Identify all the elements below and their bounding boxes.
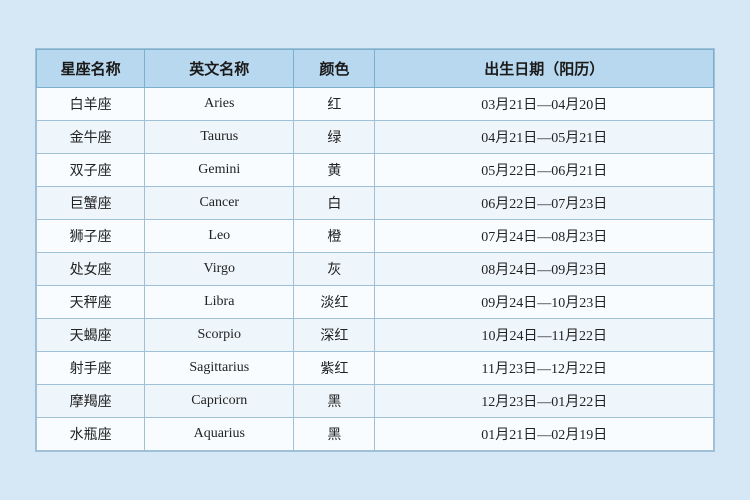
cell-chinese: 天蝎座 <box>37 319 145 352</box>
table-row: 摩羯座Capricorn黑12月23日—01月22日 <box>37 385 714 418</box>
header-date: 出生日期（阳历） <box>375 50 714 88</box>
table-row: 射手座Sagittarius紫红11月23日—12月22日 <box>37 352 714 385</box>
table-row: 处女座Virgo灰08月24日—09月23日 <box>37 253 714 286</box>
zodiac-table-container: 星座名称 英文名称 颜色 出生日期（阳历） 白羊座Aries红03月21日—04… <box>35 48 715 452</box>
cell-date: 08月24日—09月23日 <box>375 253 714 286</box>
cell-chinese: 摩羯座 <box>37 385 145 418</box>
cell-english: Virgo <box>145 253 294 286</box>
cell-english: Sagittarius <box>145 352 294 385</box>
table-row: 天蝎座Scorpio深红10月24日—11月22日 <box>37 319 714 352</box>
cell-color: 深红 <box>294 319 375 352</box>
table-row: 双子座Gemini黄05月22日—06月21日 <box>37 154 714 187</box>
header-color: 颜色 <box>294 50 375 88</box>
cell-color: 黄 <box>294 154 375 187</box>
cell-color: 淡红 <box>294 286 375 319</box>
table-row: 水瓶座Aquarius黑01月21日—02月19日 <box>37 418 714 451</box>
cell-color: 紫红 <box>294 352 375 385</box>
cell-color: 白 <box>294 187 375 220</box>
cell-chinese: 水瓶座 <box>37 418 145 451</box>
cell-chinese: 狮子座 <box>37 220 145 253</box>
table-row: 天秤座Libra淡红09月24日—10月23日 <box>37 286 714 319</box>
cell-english: Aries <box>145 88 294 121</box>
table-row: 狮子座Leo橙07月24日—08月23日 <box>37 220 714 253</box>
cell-chinese: 射手座 <box>37 352 145 385</box>
cell-english: Gemini <box>145 154 294 187</box>
cell-color: 黑 <box>294 385 375 418</box>
cell-english: Leo <box>145 220 294 253</box>
header-english: 英文名称 <box>145 50 294 88</box>
cell-date: 01月21日—02月19日 <box>375 418 714 451</box>
table-header-row: 星座名称 英文名称 颜色 出生日期（阳历） <box>37 50 714 88</box>
cell-color: 红 <box>294 88 375 121</box>
cell-date: 09月24日—10月23日 <box>375 286 714 319</box>
header-chinese: 星座名称 <box>37 50 145 88</box>
cell-date: 11月23日—12月22日 <box>375 352 714 385</box>
cell-english: Libra <box>145 286 294 319</box>
cell-english: Scorpio <box>145 319 294 352</box>
zodiac-table: 星座名称 英文名称 颜色 出生日期（阳历） 白羊座Aries红03月21日—04… <box>36 49 714 451</box>
cell-color: 灰 <box>294 253 375 286</box>
cell-english: Taurus <box>145 121 294 154</box>
cell-date: 10月24日—11月22日 <box>375 319 714 352</box>
cell-color: 橙 <box>294 220 375 253</box>
cell-english: Capricorn <box>145 385 294 418</box>
table-row: 白羊座Aries红03月21日—04月20日 <box>37 88 714 121</box>
cell-date: 06月22日—07月23日 <box>375 187 714 220</box>
cell-date: 04月21日—05月21日 <box>375 121 714 154</box>
cell-chinese: 白羊座 <box>37 88 145 121</box>
cell-color: 黑 <box>294 418 375 451</box>
cell-chinese: 双子座 <box>37 154 145 187</box>
cell-chinese: 金牛座 <box>37 121 145 154</box>
cell-date: 12月23日—01月22日 <box>375 385 714 418</box>
cell-date: 07月24日—08月23日 <box>375 220 714 253</box>
cell-color: 绿 <box>294 121 375 154</box>
cell-chinese: 巨蟹座 <box>37 187 145 220</box>
cell-english: Cancer <box>145 187 294 220</box>
cell-date: 05月22日—06月21日 <box>375 154 714 187</box>
cell-english: Aquarius <box>145 418 294 451</box>
table-row: 金牛座Taurus绿04月21日—05月21日 <box>37 121 714 154</box>
cell-date: 03月21日—04月20日 <box>375 88 714 121</box>
table-row: 巨蟹座Cancer白06月22日—07月23日 <box>37 187 714 220</box>
cell-chinese: 处女座 <box>37 253 145 286</box>
cell-chinese: 天秤座 <box>37 286 145 319</box>
